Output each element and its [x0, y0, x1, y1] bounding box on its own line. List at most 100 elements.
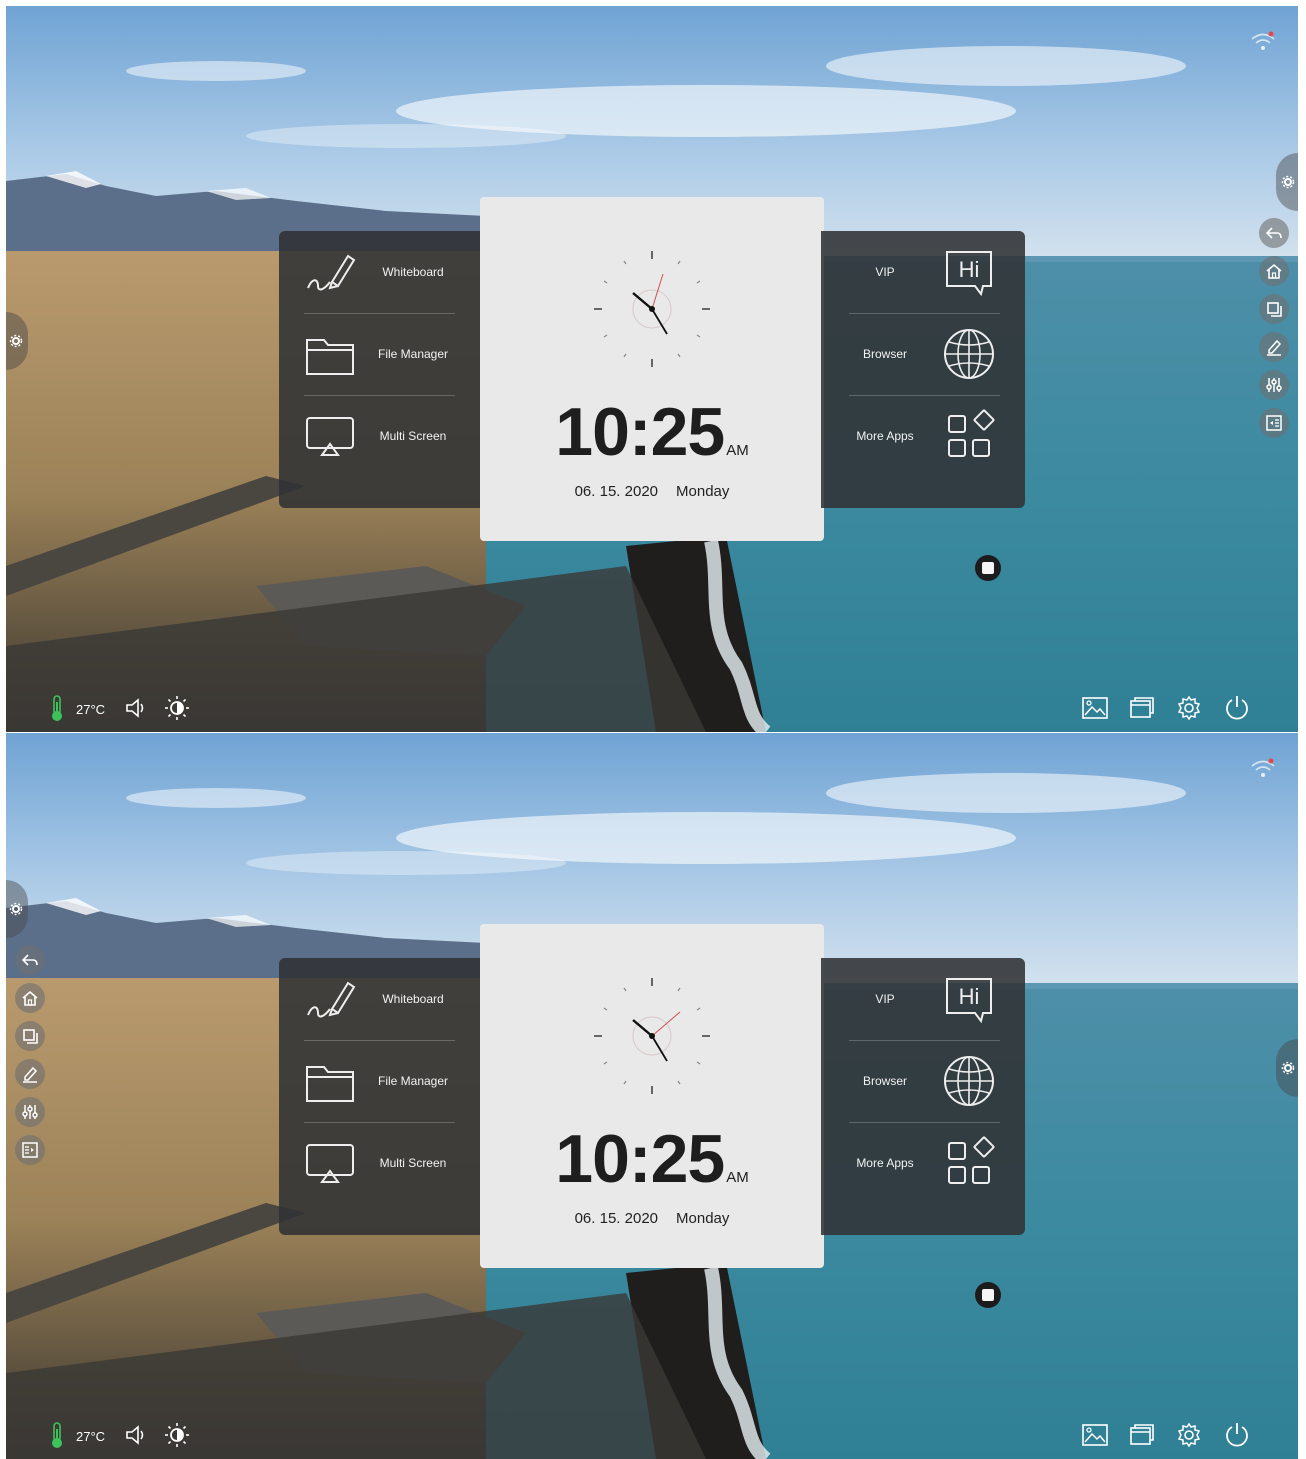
vip-label: VIP [875, 265, 895, 279]
brightness-icon[interactable] [164, 695, 190, 721]
gear-icon [1281, 175, 1295, 189]
volume-icon[interactable] [124, 696, 148, 720]
thermometer-icon [52, 695, 62, 721]
apps-panel-button[interactable] [15, 1135, 45, 1165]
home-button[interactable] [15, 983, 45, 1013]
vip-tile[interactable]: VIP Hi [821, 231, 1025, 313]
multi-screen-tile[interactable]: Multi Screen [279, 395, 484, 477]
more-apps-tile[interactable]: More Apps [821, 395, 1025, 477]
annotate-button[interactable] [1259, 332, 1289, 362]
date-line: 06. 15. 2020 Monday [480, 483, 824, 500]
wifi-icon[interactable] [1250, 757, 1276, 779]
screen-cast-icon [306, 1144, 354, 1183]
folder-icon [306, 339, 354, 375]
time-text: 10:25 [555, 1121, 725, 1197]
wallpaper-icon[interactable] [1081, 696, 1109, 720]
ampm-text: AM [726, 1169, 749, 1186]
launcher-left-panel: Whiteboard File Manager Multi Screen [279, 958, 484, 1235]
volume-icon[interactable] [124, 1423, 148, 1447]
pen-icon [307, 254, 356, 291]
minute-hand [651, 1035, 668, 1062]
minute-hand [651, 308, 668, 335]
wifi-icon[interactable] [1250, 30, 1276, 52]
browser-tile[interactable]: Browser [821, 313, 1025, 395]
browser-label: Browser [862, 1074, 907, 1088]
analog-clock [594, 978, 710, 1094]
ampm-text: AM [726, 442, 749, 459]
back-icon [21, 954, 38, 966]
globe-icon [944, 329, 994, 379]
hour-hand [632, 292, 653, 310]
time-text: 10:25 [555, 394, 725, 470]
launcher-left-panel: Whiteboard File Manager Multi Screen [279, 231, 484, 508]
date-line: 06. 15. 2020 Monday [480, 1210, 824, 1227]
multi-screen-tile[interactable]: Multi Screen [279, 1122, 484, 1204]
apps-grid-icon [948, 1136, 995, 1184]
browser-tile[interactable]: Browser [821, 1040, 1025, 1122]
date-text: 06. 15. 2020 [574, 483, 659, 500]
whiteboard-label: Whiteboard [382, 992, 444, 1006]
brightness-icon[interactable] [164, 1422, 190, 1448]
analog-clock [594, 251, 710, 367]
power-icon[interactable] [1223, 694, 1251, 722]
floating-menu-button[interactable] [975, 555, 1001, 581]
wallpaper-icon[interactable] [1081, 1423, 1109, 1447]
pen-icon [307, 981, 356, 1018]
more-apps-label: More Apps [856, 1156, 914, 1170]
launcher-right-panel: VIP Hi Browser More Apps [821, 958, 1025, 1235]
digital-time: 10:25 AM [480, 1120, 824, 1198]
svg-text:Hi: Hi [959, 257, 980, 282]
home-icon [1266, 263, 1282, 279]
vip-label: VIP [875, 992, 895, 1006]
back-button[interactable] [1259, 218, 1289, 248]
date-text: 06. 15. 2020 [574, 1210, 659, 1227]
multi-screen-label: Multi Screen [379, 1156, 447, 1170]
vip-tile[interactable]: VIP Hi [821, 958, 1025, 1040]
hour-hand [632, 1019, 653, 1037]
gear-icon [9, 334, 23, 348]
apps-panel-icon [1266, 415, 1282, 431]
desktop-screen-right-toolbar: Whiteboard File Manager Multi Screen 10:… [6, 6, 1298, 732]
home-button[interactable] [1259, 256, 1289, 286]
weekday-text: Monday [676, 1210, 730, 1227]
hi-speech-icon: Hi [946, 978, 992, 1024]
apps-panel-icon [22, 1142, 38, 1158]
equalizer-button[interactable] [15, 1097, 45, 1127]
windows-button[interactable] [1259, 294, 1289, 324]
launcher-right-panel: VIP Hi Browser More Apps [821, 231, 1025, 508]
equalizer-icon [22, 1105, 38, 1119]
clock-widget: 10:25 AM 06. 15. 2020 Monday [480, 924, 824, 1268]
window-icon[interactable] [1128, 1423, 1156, 1447]
windows-button[interactable] [15, 1021, 45, 1051]
second-hand [651, 1011, 681, 1037]
folder-icon [306, 1066, 354, 1102]
file-manager-tile[interactable]: File Manager [279, 1040, 484, 1122]
equalizer-icon [1266, 378, 1282, 392]
file-manager-label: File Manager [377, 347, 449, 361]
settings-icon[interactable] [1176, 695, 1202, 721]
screen-cast-icon [306, 417, 354, 456]
window-icon[interactable] [1128, 696, 1156, 720]
annotate-button[interactable] [15, 1059, 45, 1089]
clock-widget: 10:25 AM 06. 15. 2020 Monday [480, 197, 824, 541]
apps-panel-button[interactable] [1259, 408, 1289, 438]
multi-screen-label: Multi Screen [379, 429, 447, 443]
gear-icon [1281, 1061, 1295, 1075]
temperature-text: 27°C [76, 1429, 106, 1444]
weekday-text: Monday [676, 483, 730, 500]
power-icon[interactable] [1223, 1421, 1251, 1449]
windows-icon [1267, 302, 1282, 317]
whiteboard-tile[interactable]: Whiteboard [279, 958, 484, 1040]
hi-speech-icon: Hi [946, 251, 992, 297]
settings-icon[interactable] [1176, 1422, 1202, 1448]
annotate-icon [23, 1066, 38, 1083]
whiteboard-tile[interactable]: Whiteboard [279, 231, 484, 313]
home-icon [22, 990, 38, 1006]
back-button[interactable] [15, 945, 45, 975]
more-apps-tile[interactable]: More Apps [821, 1122, 1025, 1204]
floating-menu-button[interactable] [975, 1282, 1001, 1308]
file-manager-tile[interactable]: File Manager [279, 313, 484, 395]
equalizer-button[interactable] [1259, 370, 1289, 400]
file-manager-label: File Manager [377, 1074, 449, 1088]
windows-icon [23, 1029, 38, 1044]
